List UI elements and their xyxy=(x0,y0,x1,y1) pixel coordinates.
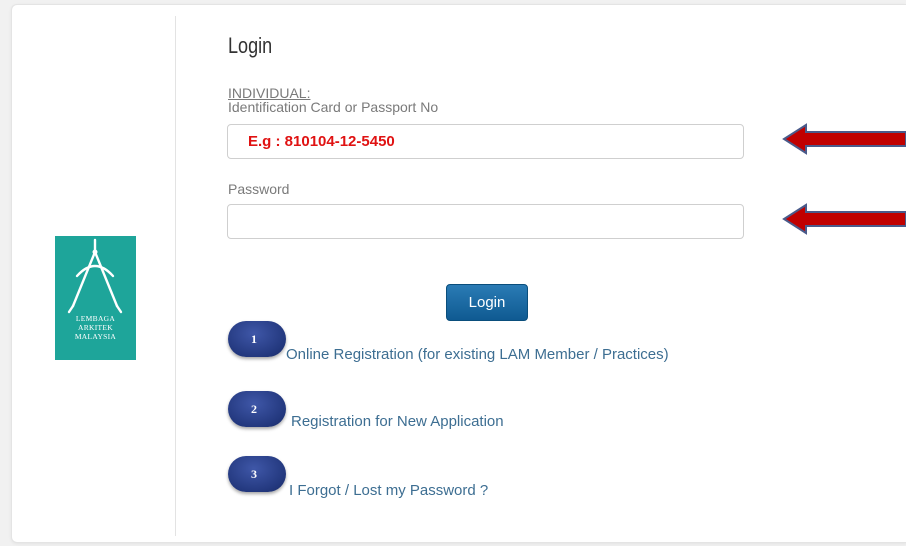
password-label: Password xyxy=(228,181,290,197)
logo-text-line-2: ARKITEK xyxy=(77,323,113,332)
forgot-password-link[interactable]: I Forgot / Lost my Password ? xyxy=(289,482,488,499)
vertical-divider xyxy=(175,16,176,536)
logo-text-line-3: MALAYSIA xyxy=(74,332,117,341)
new-application-link[interactable]: Registration for New Application xyxy=(291,413,504,430)
architect-compass-icon xyxy=(67,238,123,314)
login-card xyxy=(11,4,906,543)
id-field-label: Identification Card or Passport No xyxy=(228,99,439,115)
arrow-left-icon xyxy=(782,203,906,235)
step-2-badge: 2 xyxy=(228,391,286,427)
step-1-badge: 1 xyxy=(228,321,286,357)
logo-text-line-1: LEMBAGA xyxy=(75,314,116,323)
id-passport-input[interactable] xyxy=(227,124,744,159)
online-registration-link[interactable]: Online Registration (for existing LAM Me… xyxy=(286,346,669,363)
arrow-left-icon xyxy=(782,123,906,155)
lam-logo: LEMBAGA ARKITEK MALAYSIA xyxy=(55,236,136,360)
page-title: Login xyxy=(228,33,273,58)
password-input[interactable] xyxy=(227,204,744,239)
step-3-badge: 3 xyxy=(228,456,286,492)
login-button[interactable]: Login xyxy=(446,284,528,321)
